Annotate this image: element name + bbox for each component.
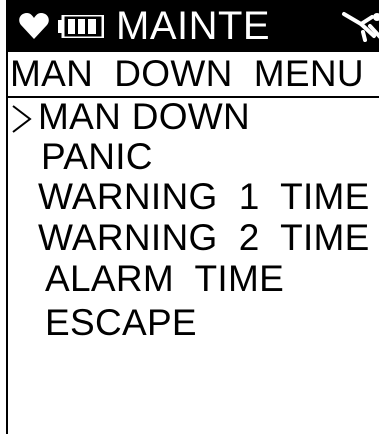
menu-item-alarm-time[interactable]: ALARM TIME — [45, 258, 284, 300]
device-screen: MAINTE MAN DOWN MENU MAN DOWN PANIC WARN… — [0, 0, 379, 434]
menu-item-panic[interactable]: PANIC — [41, 136, 153, 178]
menu-item-warning-2-time[interactable]: WARNING 2 TIME — [38, 217, 370, 259]
menu-title: MAN DOWN MENU — [10, 53, 364, 94]
header-title: MAINTE — [116, 4, 271, 48]
header-bar: MAINTE — [6, 0, 379, 52]
battery-icon — [58, 15, 104, 38]
heart-icon — [19, 13, 49, 39]
menu-item-escape[interactable]: ESCAPE — [45, 302, 197, 344]
screen-border — [6, 0, 8, 434]
menu-item-warning-1-time[interactable]: WARNING 1 TIME — [38, 176, 370, 218]
menu-item-man-down[interactable]: MAN DOWN — [38, 96, 250, 138]
chevron-right-icon — [12, 105, 32, 133]
man-down-status-icon — [342, 12, 379, 42]
